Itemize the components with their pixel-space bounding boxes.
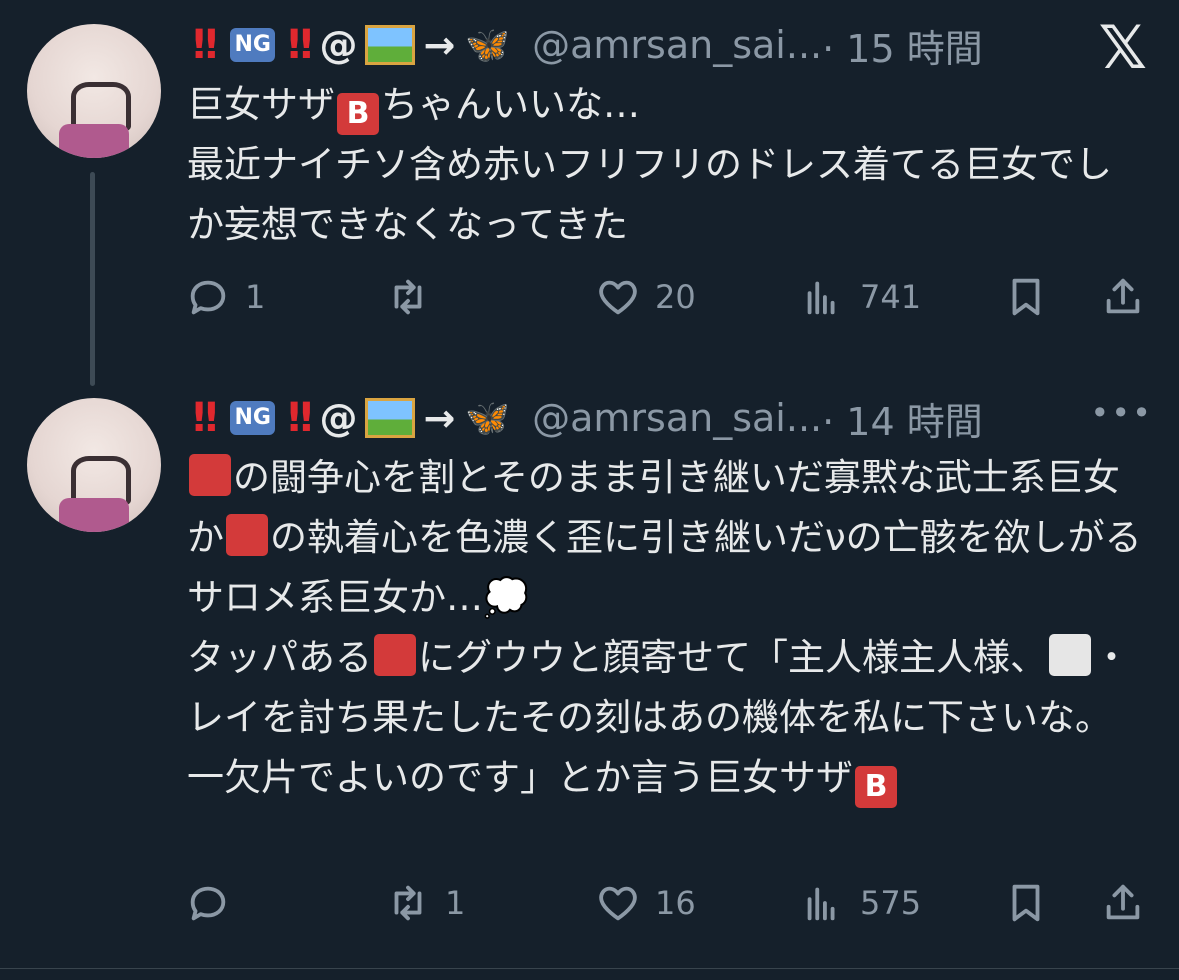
- reply-button[interactable]: 1: [185, 272, 265, 322]
- reply-icon: [190, 280, 226, 315]
- butterfly-emoji: 🦋: [465, 398, 511, 439]
- double-exclamation-emoji: !!: [284, 395, 316, 441]
- double-exclamation-emoji: !!: [190, 22, 221, 68]
- like-button[interactable]: 20: [595, 272, 696, 322]
- tweet[interactable]: !! NG !! @ → 🦋 @amrsan_sai... · 15 時間 𝕏 …: [0, 0, 1179, 360]
- ng-emoji: NG: [230, 28, 275, 62]
- arrow-icon: →: [423, 23, 456, 67]
- retweet-icon: [394, 279, 422, 315]
- views-icon: [807, 887, 835, 921]
- text-part: にグウウと顔寄せて「主人様主人様、: [418, 636, 1047, 679]
- text-part: タッパある: [187, 636, 372, 679]
- views-count: 575: [860, 884, 922, 922]
- retweet-icon: [394, 885, 422, 921]
- arrow-icon: →: [423, 396, 456, 440]
- white-square-emoji: [1049, 634, 1091, 676]
- share-icon: [1106, 884, 1140, 920]
- share-button[interactable]: [1100, 272, 1146, 322]
- b-button-emoji: B: [855, 766, 897, 808]
- red-square-emoji: [374, 634, 416, 676]
- tweet-header: !! NG !! @ → 🦋 @amrsan_sai... · 14 時間: [190, 391, 983, 446]
- like-count: 16: [655, 884, 696, 922]
- bookmark-button[interactable]: [1003, 878, 1049, 928]
- tweet-line: 最近ナイチソ含め赤いフリフリのドレス着てる巨女でしか妄想できなくなってきた: [187, 143, 1112, 246]
- share-icon: [1106, 278, 1140, 314]
- share-button[interactable]: [1100, 878, 1146, 928]
- timestamp[interactable]: · 14 時間: [822, 391, 983, 446]
- framed-picture-emoji: [365, 25, 416, 65]
- x-logo-icon: 𝕏: [1098, 13, 1147, 83]
- divider: [0, 968, 1179, 969]
- like-button[interactable]: 16: [595, 878, 696, 928]
- text-part: ちゃんいいな…: [381, 83, 640, 126]
- views-button[interactable]: 575: [800, 878, 921, 928]
- display-name[interactable]: !! NG !! @ → 🦋: [190, 22, 510, 68]
- tweet[interactable]: !! NG !! @ → 🦋 @amrsan_sai... · 14 時間 ••…: [0, 380, 1179, 968]
- bookmark-icon: [1012, 884, 1040, 922]
- red-square-emoji: [226, 514, 268, 556]
- text-part: 巨女サザ: [187, 83, 335, 126]
- b-button-emoji: B: [337, 93, 379, 135]
- butterfly-emoji: 🦋: [465, 25, 511, 66]
- avatar[interactable]: [27, 24, 161, 158]
- like-count: 20: [655, 278, 696, 316]
- ng-emoji: NG: [230, 401, 275, 435]
- display-name[interactable]: !! NG !! @ → 🦋: [190, 395, 510, 441]
- text-part: の執着心を色濃く歪に引き継いだνの亡骸を欲しがるサロメ系巨女か…: [187, 516, 1142, 619]
- retweet-button[interactable]: 1: [385, 878, 465, 928]
- red-square-emoji: [189, 454, 231, 496]
- bookmark-icon: [1012, 278, 1040, 316]
- reply-count: 1: [245, 278, 266, 316]
- heart-icon: [599, 886, 637, 921]
- reply-icon: [190, 886, 226, 921]
- tweet-actions: 1 16 575: [185, 878, 1145, 928]
- avatar[interactable]: [27, 398, 161, 532]
- tweet-text: の闘争心を割とそのまま引き継いだ寡黙な武士系巨女か の執着心を色濃く歪に引き継いだ…: [187, 448, 1147, 808]
- tweet-header: !! NG !! @ → 🦋 @amrsan_sai... · 15 時間: [190, 18, 983, 73]
- heart-icon: [599, 280, 637, 315]
- tweet-line: タッパある にグウウと顔寄せて「主人様主人様、 ・レイを討ち果たしたその刻はあの機体…: [187, 628, 1147, 808]
- retweet-button[interactable]: [385, 272, 445, 322]
- views-button[interactable]: 741: [800, 272, 921, 322]
- user-handle[interactable]: @amrsan_sai...: [532, 23, 822, 67]
- views-count: 741: [860, 278, 922, 316]
- timestamp[interactable]: · 15 時間: [822, 18, 983, 73]
- tweet-line: 巨女サザ B ちゃんいいな…: [187, 75, 1147, 135]
- user-handle[interactable]: @amrsan_sai...: [532, 396, 822, 440]
- double-exclamation-emoji: !!: [190, 395, 221, 441]
- thought-balloon-emoji: 💭: [483, 576, 530, 619]
- views-icon: [807, 281, 835, 315]
- double-exclamation-emoji: !!: [284, 22, 316, 68]
- more-icon[interactable]: •••: [1090, 394, 1153, 432]
- tweet-actions: 1 20 741: [185, 272, 1145, 322]
- display-name-at: @: [319, 396, 358, 440]
- retweet-count: 1: [445, 884, 466, 922]
- tweet-text: 巨女サザ B ちゃんいいな… 最近ナイチソ含め赤いフリフリのドレス着てる巨女でしか妄…: [187, 75, 1147, 255]
- tweet-line: の闘争心を割とそのまま引き継いだ寡黙な武士系巨女か の執着心を色濃く歪に引き継いだ…: [187, 448, 1147, 628]
- display-name-at: @: [319, 23, 358, 67]
- bookmark-button[interactable]: [1003, 272, 1049, 322]
- framed-picture-emoji: [365, 398, 416, 438]
- reply-button[interactable]: [185, 878, 245, 928]
